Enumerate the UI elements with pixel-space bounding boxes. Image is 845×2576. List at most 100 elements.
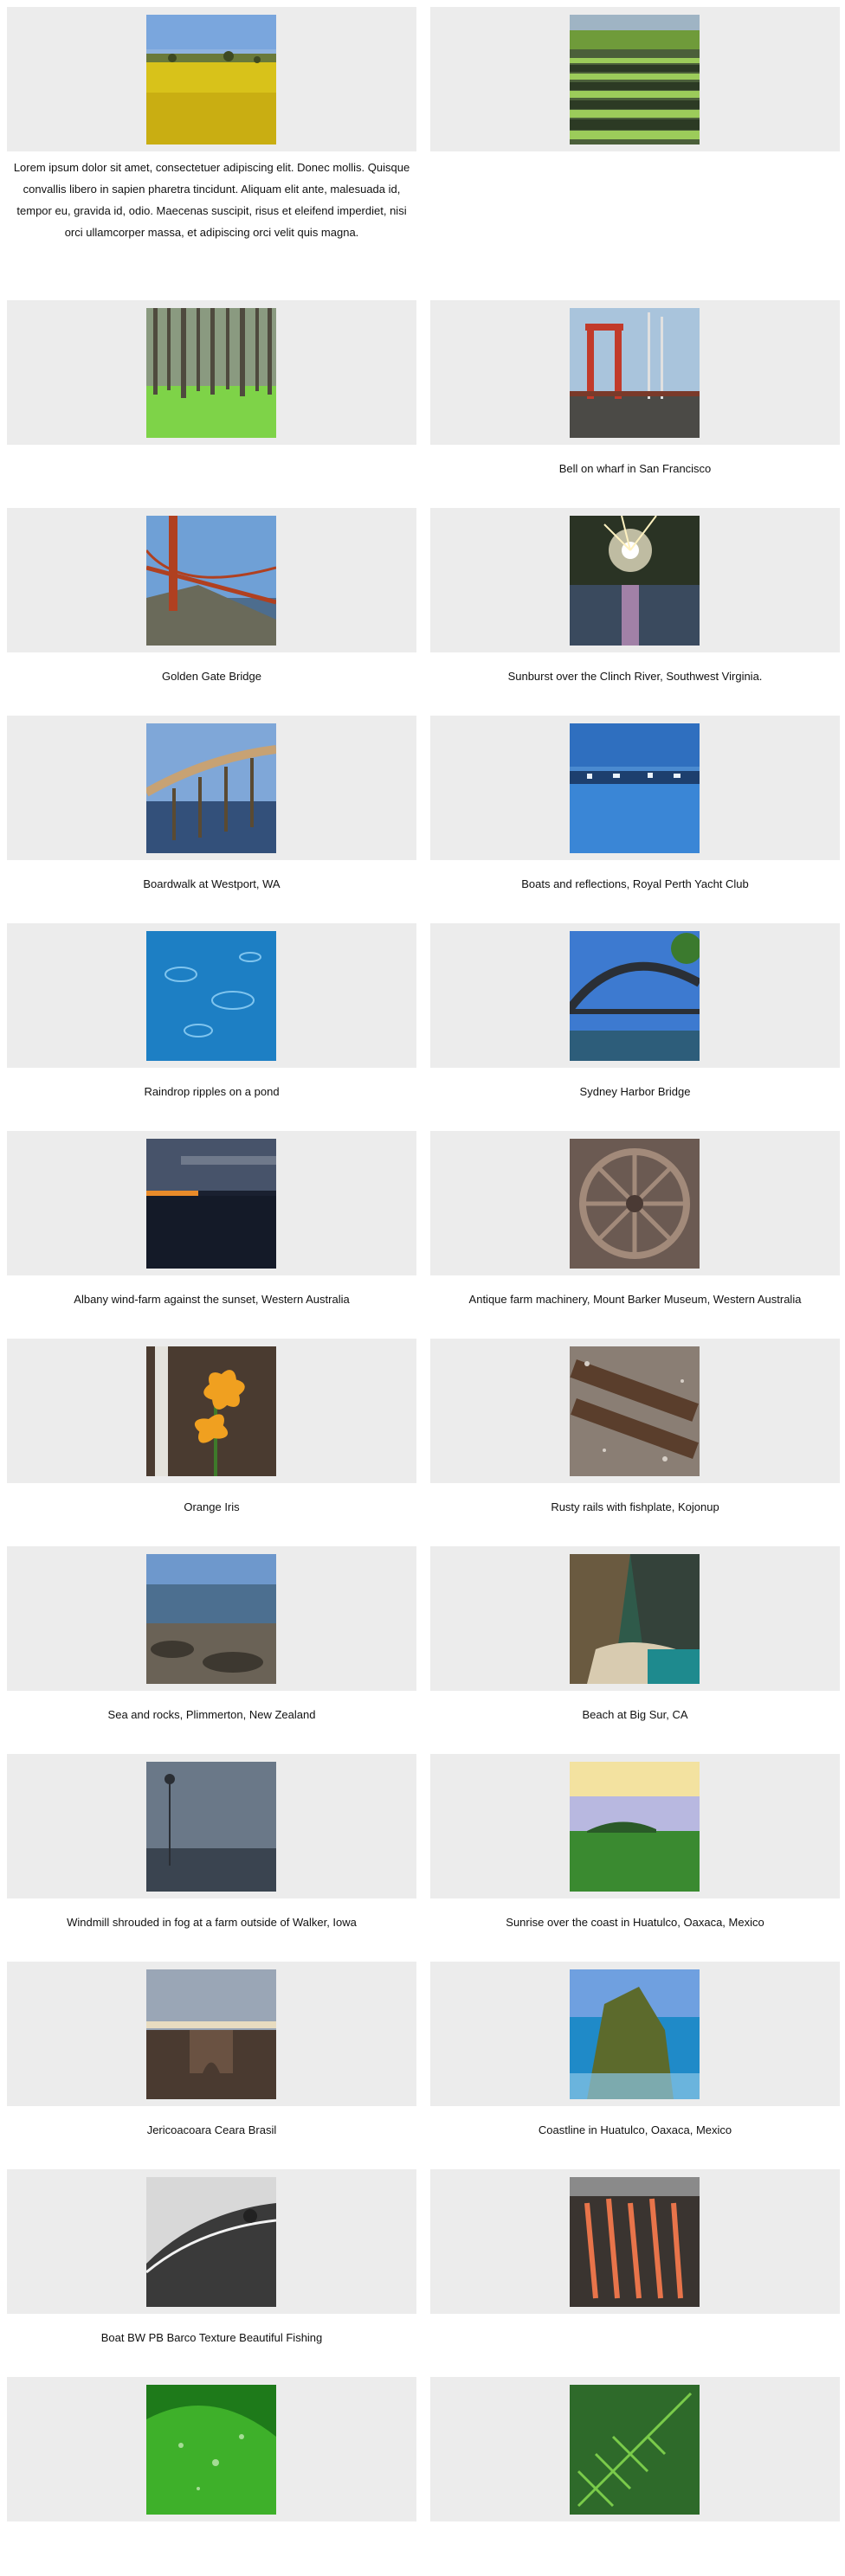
coastline-photo[interactable] bbox=[570, 1969, 700, 2099]
gallery-item[interactable]: Antique farm machinery, Mount Barker Mus… bbox=[430, 1131, 840, 1307]
gallery-item[interactable]: Sunrise over the coast in Huatulco, Oaxa… bbox=[430, 1754, 840, 1930]
image-frame bbox=[430, 716, 840, 860]
gallery-item[interactable]: Lorem ipsum dolor sit amet, consectetuer… bbox=[7, 7, 416, 243]
campfire-logs-photo[interactable] bbox=[570, 2177, 700, 2307]
gallery-row: Lorem ipsum dolor sit amet, consectetuer… bbox=[0, 7, 845, 239]
sunburst-river-photo[interactable] bbox=[570, 516, 700, 646]
bw-boat-photo[interactable] bbox=[146, 2177, 276, 2307]
gallery-item[interactable]: Sydney Harbor Bridge bbox=[430, 923, 840, 1099]
image-caption: Raindrop ripples on a pond bbox=[144, 1085, 280, 1098]
gallery-item[interactable]: Windmill shrouded in fog at a farm outsi… bbox=[7, 1754, 416, 1930]
image-caption: Sunburst over the Clinch River, Southwes… bbox=[507, 670, 763, 683]
gallery-item[interactable]: Boardwalk at Westport, WA bbox=[7, 716, 416, 891]
image-frame bbox=[7, 1546, 416, 1691]
foggy-windmill-photo[interactable] bbox=[146, 1762, 276, 1892]
image-caption: Boardwalk at Westport, WA bbox=[143, 877, 281, 890]
image-frame bbox=[7, 716, 416, 860]
gallery-row: Bell on wharf in San Francisco bbox=[0, 300, 845, 499]
gallery-item[interactable]: Jericoacoara Ceara Brasil bbox=[7, 1962, 416, 2137]
gallery-row: Raindrop ripples on a pond Sydney Harbor… bbox=[0, 923, 845, 1122]
gallery-item[interactable]: Sea and rocks, Plimmerton, New Zealand bbox=[7, 1546, 416, 1722]
image-frame bbox=[7, 1131, 416, 1275]
gallery-row: Albany wind-farm against the sunset, Wes… bbox=[0, 1131, 845, 1330]
big-sur-beach-photo[interactable] bbox=[570, 1554, 700, 1684]
rapeseed-field-photo[interactable] bbox=[146, 15, 276, 145]
gallery-item[interactable] bbox=[430, 2377, 840, 2539]
gallery-item[interactable]: Raindrop ripples on a pond bbox=[7, 923, 416, 1099]
green-leaf-photo[interactable] bbox=[146, 2385, 276, 2515]
image-caption: Albany wind-farm against the sunset, Wes… bbox=[74, 1293, 350, 1306]
gallery-item[interactable]: Beach at Big Sur, CA bbox=[430, 1546, 840, 1722]
gallery-row: Golden Gate Bridge Sunburst over the Cli… bbox=[0, 508, 845, 707]
gallery-row: Orange Iris Rusty rails with fishplate, … bbox=[0, 1339, 845, 1538]
golden-gate-photo[interactable] bbox=[146, 516, 276, 646]
gallery-item[interactable]: Bell on wharf in San Francisco bbox=[430, 300, 840, 476]
gallery-item[interactable]: Boats and reflections, Royal Perth Yacht… bbox=[430, 716, 840, 891]
rock-arch-photo[interactable] bbox=[146, 1969, 276, 2099]
image-frame bbox=[430, 1546, 840, 1691]
image-frame bbox=[7, 7, 416, 151]
gallery-row: Sea and rocks, Plimmerton, New Zealand B… bbox=[0, 1546, 845, 1745]
image-caption: Beach at Big Sur, CA bbox=[582, 1708, 688, 1721]
gallery-row: Jericoacoara Ceara Brasil Coastline in H… bbox=[0, 1962, 845, 2161]
image-caption: Boats and reflections, Royal Perth Yacht… bbox=[521, 877, 749, 890]
fern-photo[interactable] bbox=[570, 2385, 700, 2515]
gallery-item[interactable]: Albany wind-farm against the sunset, Wes… bbox=[7, 1131, 416, 1307]
image-caption: Golden Gate Bridge bbox=[162, 670, 261, 683]
image-caption: Boat BW PB Barco Texture Beautiful Fishi… bbox=[100, 2331, 323, 2344]
boats-reflections-photo[interactable] bbox=[570, 723, 700, 853]
raindrop-ripples-photo[interactable] bbox=[146, 931, 276, 1061]
image-frame bbox=[7, 2377, 416, 2521]
orange-flower-photo[interactable] bbox=[146, 1346, 276, 1476]
bell-wharf-photo[interactable] bbox=[570, 308, 700, 438]
image-frame bbox=[7, 300, 416, 445]
image-frame bbox=[7, 508, 416, 652]
image-frame bbox=[7, 1339, 416, 1483]
gallery-item[interactable]: Rusty rails with fishplate, Kojonup bbox=[430, 1339, 840, 1514]
gallery-item[interactable] bbox=[7, 2377, 416, 2539]
gallery-item[interactable] bbox=[430, 2169, 840, 2331]
image-caption: Sunrise over the coast in Huatulco, Oaxa… bbox=[506, 1916, 764, 1929]
image-caption: Jericoacoara Ceara Brasil bbox=[146, 2123, 277, 2136]
image-caption: Orange Iris bbox=[184, 1500, 240, 1513]
image-frame bbox=[7, 923, 416, 1068]
sunset-sea-photo[interactable] bbox=[146, 1139, 276, 1269]
sea-rocks-photo[interactable] bbox=[146, 1554, 276, 1684]
gallery-row: Boat BW PB Barco Texture Beautiful Fishi… bbox=[0, 2169, 845, 2368]
image-frame bbox=[430, 2169, 840, 2314]
gallery-row: Boardwalk at Westport, WA Boats and refl… bbox=[0, 716, 845, 915]
image-frame bbox=[430, 1962, 840, 2106]
image-caption: Coastline in Huatulco, Oaxaca, Mexico bbox=[538, 2123, 732, 2136]
image-caption: Rusty rails with fishplate, Kojonup bbox=[551, 1500, 719, 1513]
image-frame bbox=[7, 2169, 416, 2314]
image-caption: Sea and rocks, Plimmerton, New Zealand bbox=[107, 1708, 316, 1721]
image-caption: Bell on wharf in San Francisco bbox=[558, 462, 712, 475]
coast-sunrise-photo[interactable] bbox=[570, 1762, 700, 1892]
gallery-item[interactable]: Sunburst over the Clinch River, Southwes… bbox=[430, 508, 840, 684]
wagon-wheel-photo[interactable] bbox=[570, 1139, 700, 1269]
gallery-item[interactable] bbox=[430, 7, 840, 169]
gallery-item[interactable]: Boat BW PB Barco Texture Beautiful Fishi… bbox=[7, 2169, 416, 2345]
image-frame bbox=[430, 7, 840, 151]
image-frame bbox=[430, 2377, 840, 2521]
image-caption: Sydney Harbor Bridge bbox=[579, 1085, 691, 1098]
gallery-item[interactable]: Golden Gate Bridge bbox=[7, 508, 416, 684]
image-frame bbox=[7, 1754, 416, 1898]
image-frame bbox=[430, 508, 840, 652]
forest-photo[interactable] bbox=[146, 308, 276, 438]
sydney-bridge-photo[interactable] bbox=[570, 931, 700, 1061]
image-frame bbox=[430, 923, 840, 1068]
boardwalk-photo[interactable] bbox=[146, 723, 276, 853]
gallery-item[interactable] bbox=[7, 300, 416, 462]
gallery-item[interactable]: Coastline in Huatulco, Oaxaca, Mexico bbox=[430, 1962, 840, 2137]
image-frame bbox=[430, 300, 840, 445]
image-caption: Antique farm machinery, Mount Barker Mus… bbox=[468, 1293, 802, 1306]
crop-rows-photo[interactable] bbox=[570, 15, 700, 145]
image-frame bbox=[430, 1131, 840, 1275]
image-frame bbox=[430, 1339, 840, 1483]
gallery-item[interactable]: Orange Iris bbox=[7, 1339, 416, 1514]
image-caption: Windmill shrouded in fog at a farm outsi… bbox=[67, 1916, 357, 1929]
image-frame bbox=[430, 1754, 840, 1898]
gallery-row: Windmill shrouded in fog at a farm outsi… bbox=[0, 1754, 845, 1953]
rusty-rails-photo[interactable] bbox=[570, 1346, 700, 1476]
